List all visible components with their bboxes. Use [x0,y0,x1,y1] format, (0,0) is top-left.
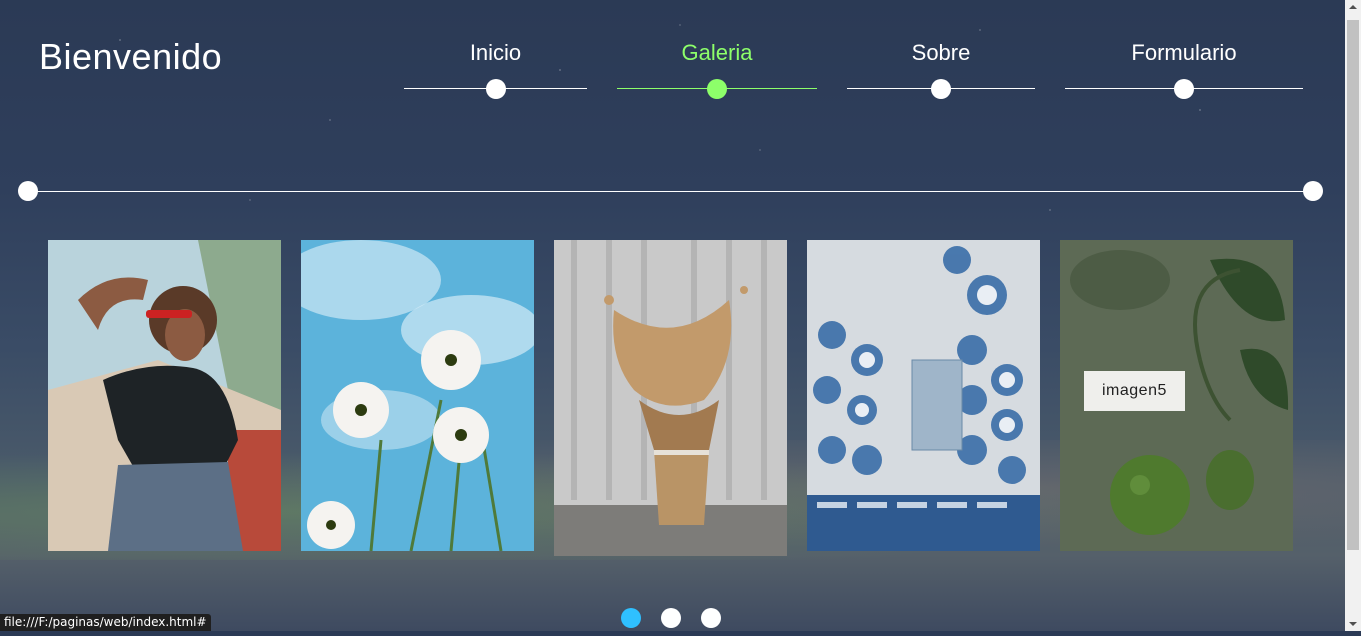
nav-item-sobre[interactable]: Sobre [847,40,1035,100]
nav-link-galeria[interactable]: Galeria [617,40,817,66]
nav-link-formulario[interactable]: Formulario [1065,40,1303,66]
gallery-card-5[interactable]: imagen5 [1060,240,1293,551]
status-bar-url: file:///F:/paginas/web/index.html# [0,614,211,631]
nav-item-galeria[interactable]: Galeria [617,40,817,100]
gallery-card-2[interactable]: imagen2 [301,240,534,551]
nav-indicator-dot [931,79,951,99]
nav-item-formulario[interactable]: Formulario [1065,40,1303,100]
nav-link-sobre[interactable]: Sobre [847,40,1035,66]
scroll-up-icon[interactable] [1345,0,1361,14]
pagination-dot-2[interactable] [661,608,681,628]
ceramic-plates-photo [807,240,1040,551]
nav-indicator-dot [1174,79,1194,99]
nav-link-inicio[interactable]: Inicio [404,40,587,66]
gallery-card-4[interactable]: imagen4 [807,240,1040,551]
page-title: Bienvenido [39,36,223,77]
nav-item-inicio[interactable]: Inicio [404,40,587,100]
scrollbar-thumb[interactable] [1347,20,1359,550]
gallery-card-1[interactable]: imagen1 [48,240,281,551]
range-slider-handle-left[interactable] [18,181,38,201]
pagination-dot-3[interactable] [701,608,721,628]
nav-indicator-dot [486,79,506,99]
gallery-card-3[interactable]: imagen3 [554,240,787,556]
nav-indicator-dot [707,79,727,99]
range-slider-handle-right[interactable] [1303,181,1323,201]
pagination-dot-1[interactable] [621,608,641,628]
coffee-splash-photo [554,240,787,556]
white-flowers-photo [301,240,534,551]
gallery-card-label: imagen5 [1084,371,1185,411]
vertical-scrollbar[interactable] [1345,0,1361,631]
range-slider-track[interactable] [28,191,1313,192]
scroll-down-icon[interactable] [1345,617,1361,631]
woman-with-sunglasses-photo [48,240,281,551]
